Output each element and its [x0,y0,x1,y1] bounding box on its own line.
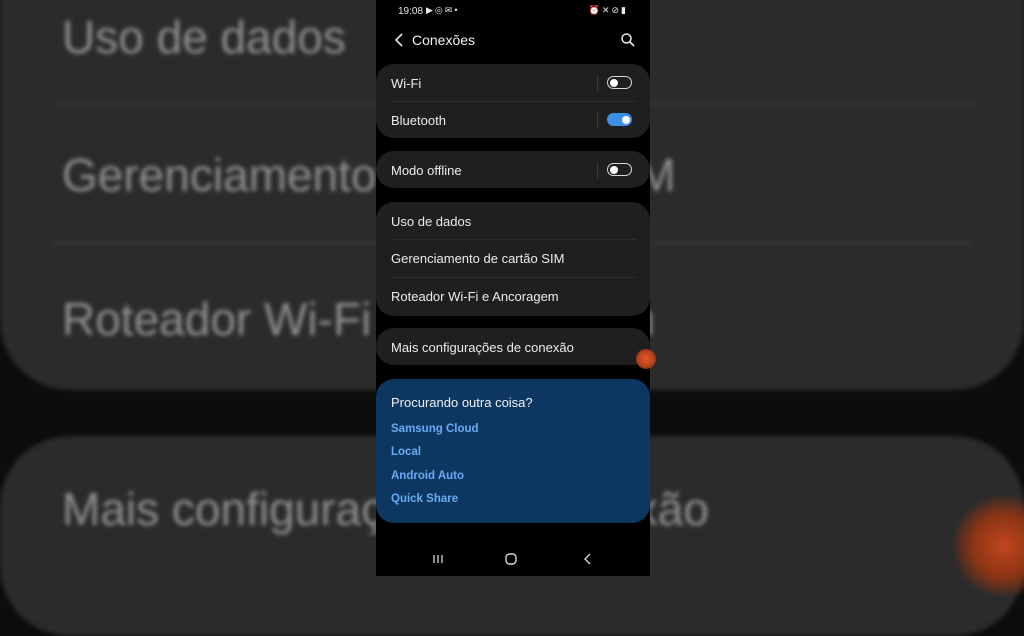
nav-back-icon[interactable] [581,552,595,566]
bluetooth-label: Bluetooth [391,113,446,128]
offline-mode-row[interactable]: Modo offline [376,151,650,188]
wifi-toggle[interactable] [607,76,632,89]
data-usage-row[interactable]: Uso de dados [376,202,650,239]
toggle-knob [609,165,618,174]
home-icon[interactable] [504,552,518,566]
wireless-settings-group: Wi-Fi Bluetooth [376,64,650,138]
suggestions-card: Procurando outra coisa? Samsung Cloud Lo… [376,379,650,523]
toggle-knob [609,78,618,87]
alarm-icon: ⏰ [588,5,602,15]
wifi-label: Wi-Fi [391,76,422,91]
system-status-icons: ⏰✕⊘▮ [589,5,628,16]
do-not-disturb-icon: ⊘ [611,5,622,15]
navigation-bar [376,542,650,576]
dot-icon: • [454,5,460,15]
phone-screen: 19:08 ▶◎✉• ⏰✕⊘▮ Conexões Wi-Fi Bluetooth [376,0,650,576]
background-text: Uso de dados [62,11,346,63]
hotspot-label: Roteador Wi-Fi e Ancoragem [391,289,559,304]
local-link[interactable]: Local [391,446,421,458]
more-settings-group: Mais configurações de conexão [376,328,650,365]
youtube-icon: ▶ [426,5,435,15]
data-usage-label: Uso de dados [391,214,472,229]
toggle-knob [621,115,630,124]
wifi-row[interactable]: Wi-Fi [376,64,650,101]
offline-settings-group: Modo offline [376,151,650,188]
page-title: Conexões [412,32,476,48]
offline-mode-label: Modo offline [391,163,462,178]
notification-icons: ▶◎✉• [426,5,459,16]
bluetooth-row[interactable]: Bluetooth [376,101,650,138]
network-settings-group: Uso de dados Gerenciamento de cartão SIM… [376,202,650,316]
row-separator [597,112,598,128]
gmail-icon: ✉ [444,5,455,15]
app-header: Conexões [376,26,650,56]
android-auto-link[interactable]: Android Auto [391,470,464,482]
row-separator [597,75,598,91]
battery-icon: ▮ [621,5,628,15]
row-separator [597,162,598,178]
search-icon[interactable] [620,32,636,48]
suggestions-title: Procurando outra coisa? [391,395,533,410]
sim-manager-label: Gerenciamento de cartão SIM [391,251,565,266]
status-bar: 19:08 ▶◎✉• ⏰✕⊘▮ [376,0,650,22]
status-time: 19:08 [398,6,424,17]
floating-record-button[interactable] [636,349,656,369]
samsung-cloud-link[interactable]: Samsung Cloud [391,423,479,435]
hotspot-row[interactable]: Roteador Wi-Fi e Ancoragem [376,277,650,316]
sim-manager-row[interactable]: Gerenciamento de cartão SIM [376,239,650,277]
offline-mode-toggle[interactable] [607,163,632,176]
more-connection-settings-label: Mais configurações de conexão [391,340,574,355]
bluetooth-toggle[interactable] [607,113,632,126]
quick-share-link[interactable]: Quick Share [391,493,458,505]
back-arrow-icon[interactable] [390,30,410,50]
recents-icon[interactable] [431,552,445,566]
instagram-icon: ◎ [434,5,445,15]
mute-icon: ✕ [601,5,612,15]
more-connection-settings-row[interactable]: Mais configurações de conexão [376,328,650,365]
